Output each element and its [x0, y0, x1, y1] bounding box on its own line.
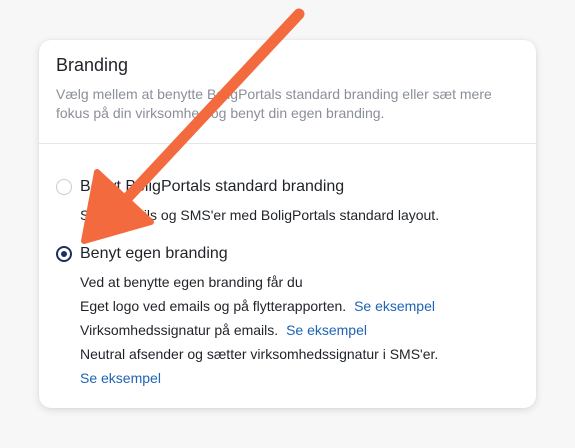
logo-example-link[interactable]: Se eksempel [354, 298, 435, 314]
option-custom-description: Ved at benytte egen branding får du Eget… [80, 270, 519, 390]
custom-signature-line: Virksomhedssignatur på emails. Se eksemp… [80, 318, 519, 342]
custom-sms-line: Neutral afsender og sætter virksomhedssi… [80, 342, 519, 366]
radio-custom-branding[interactable] [56, 246, 72, 262]
branding-options: Benyt BoligPortals standard branding Sen… [39, 144, 536, 390]
custom-intro-line: Ved at benytte egen branding får du [80, 274, 303, 290]
card-header: Branding Vælg mellem at benytte BoligPor… [39, 40, 536, 144]
radio-standard-branding[interactable] [56, 179, 72, 195]
option-custom-label[interactable]: Benyt egen branding [80, 241, 519, 267]
branding-card: Branding Vælg mellem at benytte BoligPor… [39, 40, 536, 408]
custom-sms-text: Neutral afsender og sætter virksomhedssi… [80, 346, 439, 362]
custom-sms-link-line: Se eksempel [80, 366, 519, 390]
card-title: Branding [56, 55, 129, 75]
option-standard-branding[interactable]: Benyt BoligPortals standard branding Sen… [56, 174, 519, 227]
option-standard-description: Send emails og SMS'er med BoligPortals s… [80, 207, 440, 223]
option-standard-label[interactable]: Benyt BoligPortals standard branding [80, 174, 519, 200]
option-custom-branding[interactable]: Benyt egen branding Ved at benytte egen … [56, 241, 519, 390]
card-description: Vælg mellem at benytte BoligPortals stan… [56, 86, 492, 121]
sms-example-link[interactable]: Se eksempel [80, 370, 161, 386]
custom-logo-line: Eget logo ved emails og på flytterapport… [80, 294, 519, 318]
custom-signature-text: Virksomhedssignatur på emails. [80, 322, 279, 338]
signature-example-link[interactable]: Se eksempel [286, 322, 367, 338]
custom-logo-text: Eget logo ved emails og på flytterapport… [80, 298, 347, 314]
